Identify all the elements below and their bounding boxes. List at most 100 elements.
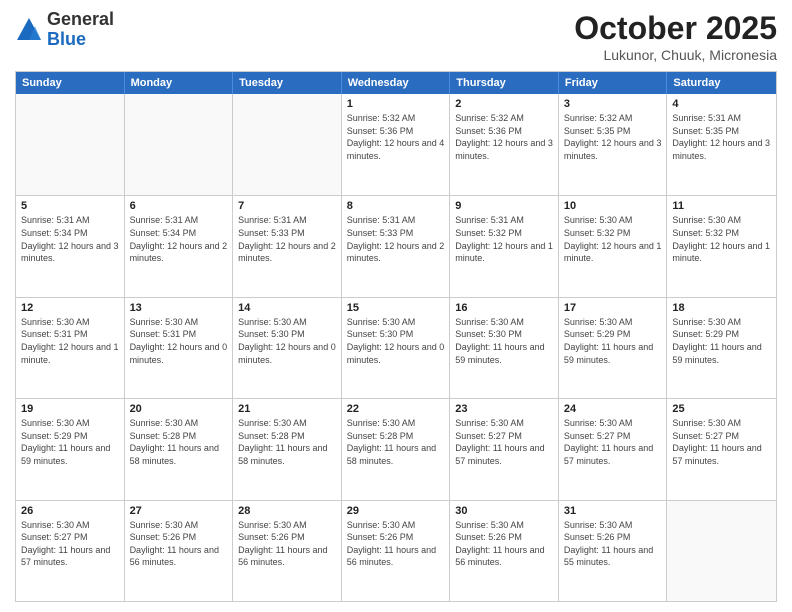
calendar: SundayMondayTuesdayWednesdayThursdayFrid…	[15, 71, 777, 602]
day-number: 4	[672, 98, 771, 110]
calendar-cell: 28Sunrise: 5:30 AMSunset: 5:26 PMDayligh…	[233, 501, 342, 601]
day-number: 22	[347, 403, 445, 415]
calendar-cell: 24 Sunrise: 5:30 AMSunset: 5:27 PMDayligh…	[559, 399, 668, 499]
day-info: Sunrise: 5:30 AMSunset: 5:27 PMDaylight:…	[672, 417, 771, 467]
location: Lukunor, Chuuk, Micronesia	[574, 47, 777, 63]
logo-text: General Blue	[47, 10, 114, 50]
calendar-cell: 19Sunrise: 5:30 AMSunset: 5:29 PMDayligh…	[16, 399, 125, 499]
day-info: Sunrise: 5:31 AMSunset: 5:34 PMDaylight:…	[130, 214, 228, 264]
day-number: 29	[347, 505, 445, 517]
day-number: 1	[347, 98, 445, 110]
day-number: 28	[238, 505, 336, 517]
calendar-cell: 21 Sunrise: 5:30 AMSunset: 5:28 PMDayligh…	[233, 399, 342, 499]
calendar-cell: 22 Sunrise: 5:30 AMSunset: 5:28 PMDayligh…	[342, 399, 451, 499]
calendar-cell	[667, 501, 776, 601]
calendar-cell: 25 Sunrise: 5:30 AMSunset: 5:27 PMDayligh…	[667, 399, 776, 499]
calendar-cell: 29 Sunrise: 5:30 AMSunset: 5:26 PMDayligh…	[342, 501, 451, 601]
day-number: 26	[21, 505, 119, 517]
day-info: Sunrise: 5:30 AMSunset: 5:31 PMDaylight:…	[130, 316, 228, 366]
calendar-cell: 12 Sunrise: 5:30 AMSunset: 5:31 PMDayligh…	[16, 298, 125, 398]
calendar-week: 5 Sunrise: 5:31 AMSunset: 5:34 PMDaylight…	[16, 195, 776, 296]
calendar-cell: 3Sunrise: 5:32 AMSunset: 5:35 PMDaylight…	[559, 94, 668, 195]
calendar-cell: 8Sunrise: 5:31 AMSunset: 5:33 PMDaylight…	[342, 196, 451, 296]
calendar-cell: 7Sunrise: 5:31 AMSunset: 5:33 PMDaylight…	[233, 196, 342, 296]
day-info: Sunrise: 5:31 AMSunset: 5:34 PMDaylight:…	[21, 214, 119, 264]
day-number: 24	[564, 403, 662, 415]
calendar-cell: 15 Sunrise: 5:30 AMSunset: 5:30 PMDayligh…	[342, 298, 451, 398]
day-info: Sunrise: 5:30 AMSunset: 5:26 PMDaylight:…	[455, 519, 553, 569]
header: General Blue October 2025 Lukunor, Chuuk…	[15, 10, 777, 63]
calendar-cell	[125, 94, 234, 195]
day-number: 13	[130, 302, 228, 314]
calendar-cell: 18 Sunrise: 5:30 AMSunset: 5:29 PMDayligh…	[667, 298, 776, 398]
calendar-cell: 9 Sunrise: 5:31 AMSunset: 5:32 PMDaylight…	[450, 196, 559, 296]
day-info: Sunrise: 5:30 AMSunset: 5:26 PMDaylight:…	[347, 519, 445, 569]
calendar-cell: 16Sunrise: 5:30 AMSunset: 5:30 PMDayligh…	[450, 298, 559, 398]
title-block: October 2025 Lukunor, Chuuk, Micronesia	[574, 10, 777, 63]
calendar-cell: 1Sunrise: 5:32 AMSunset: 5:36 PMDaylight…	[342, 94, 451, 195]
day-info: Sunrise: 5:30 AMSunset: 5:26 PMDaylight:…	[130, 519, 228, 569]
day-info: Sunrise: 5:30 AMSunset: 5:28 PMDaylight:…	[238, 417, 336, 467]
day-number: 3	[564, 98, 662, 110]
logo-icon	[15, 16, 43, 44]
day-number: 18	[672, 302, 771, 314]
day-info: Sunrise: 5:30 AMSunset: 5:26 PMDaylight:…	[564, 519, 662, 569]
calendar-week: 19Sunrise: 5:30 AMSunset: 5:29 PMDayligh…	[16, 398, 776, 499]
day-number: 31	[564, 505, 662, 517]
day-number: 8	[347, 200, 445, 212]
calendar-header-cell: Thursday	[450, 72, 559, 94]
calendar-cell: 31 Sunrise: 5:30 AMSunset: 5:26 PMDayligh…	[559, 501, 668, 601]
day-info: Sunrise: 5:30 AMSunset: 5:27 PMDaylight:…	[564, 417, 662, 467]
calendar-header-cell: Saturday	[667, 72, 776, 94]
calendar-header-cell: Wednesday	[342, 72, 451, 94]
calendar-header-cell: Sunday	[16, 72, 125, 94]
calendar-header-cell: Tuesday	[233, 72, 342, 94]
day-number: 27	[130, 505, 228, 517]
calendar-cell: 20Sunrise: 5:30 AMSunset: 5:28 PMDayligh…	[125, 399, 234, 499]
day-info: Sunrise: 5:30 AMSunset: 5:30 PMDaylight:…	[347, 316, 445, 366]
calendar-cell: 30 Sunrise: 5:30 AMSunset: 5:26 PMDayligh…	[450, 501, 559, 601]
calendar-cell: 10Sunrise: 5:30 AMSunset: 5:32 PMDayligh…	[559, 196, 668, 296]
calendar-header: SundayMondayTuesdayWednesdayThursdayFrid…	[16, 72, 776, 94]
day-number: 15	[347, 302, 445, 314]
day-info: Sunrise: 5:30 AMSunset: 5:29 PMDaylight:…	[564, 316, 662, 366]
day-number: 30	[455, 505, 553, 517]
calendar-cell: 6Sunrise: 5:31 AMSunset: 5:34 PMDaylight…	[125, 196, 234, 296]
day-number: 25	[672, 403, 771, 415]
day-number: 11	[672, 200, 771, 212]
day-info: Sunrise: 5:30 AMSunset: 5:29 PMDaylight:…	[672, 316, 771, 366]
calendar-cell: 14 Sunrise: 5:30 AMSunset: 5:30 PMDayligh…	[233, 298, 342, 398]
day-number: 14	[238, 302, 336, 314]
day-number: 10	[564, 200, 662, 212]
logo-blue: Blue	[47, 29, 86, 49]
calendar-week: 12 Sunrise: 5:30 AMSunset: 5:31 PMDayligh…	[16, 297, 776, 398]
day-info: Sunrise: 5:30 AMSunset: 5:27 PMDaylight:…	[455, 417, 553, 467]
day-info: Sunrise: 5:31 AMSunset: 5:32 PMDaylight:…	[455, 214, 553, 264]
day-info: Sunrise: 5:30 AMSunset: 5:30 PMDaylight:…	[238, 316, 336, 366]
calendar-cell: 13 Sunrise: 5:30 AMSunset: 5:31 PMDayligh…	[125, 298, 234, 398]
day-number: 12	[21, 302, 119, 314]
month-title: October 2025	[574, 10, 777, 47]
calendar-cell	[16, 94, 125, 195]
day-info: Sunrise: 5:30 AMSunset: 5:30 PMDaylight:…	[455, 316, 553, 366]
calendar-cell: 2Sunrise: 5:32 AMSunset: 5:36 PMDaylight…	[450, 94, 559, 195]
day-number: 5	[21, 200, 119, 212]
calendar-week: 26 Sunrise: 5:30 AMSunset: 5:27 PMDayligh…	[16, 500, 776, 601]
calendar-cell: 5 Sunrise: 5:31 AMSunset: 5:34 PMDaylight…	[16, 196, 125, 296]
calendar-cell: 4 Sunrise: 5:31 AMSunset: 5:35 PMDaylight…	[667, 94, 776, 195]
day-number: 23	[455, 403, 553, 415]
calendar-cell: 23 Sunrise: 5:30 AMSunset: 5:27 PMDayligh…	[450, 399, 559, 499]
day-info: Sunrise: 5:30 AMSunset: 5:31 PMDaylight:…	[21, 316, 119, 366]
logo-general: General	[47, 9, 114, 29]
day-info: Sunrise: 5:31 AMSunset: 5:33 PMDaylight:…	[238, 214, 336, 264]
day-info: Sunrise: 5:30 AMSunset: 5:28 PMDaylight:…	[347, 417, 445, 467]
day-info: Sunrise: 5:30 AMSunset: 5:27 PMDaylight:…	[21, 519, 119, 569]
calendar-header-cell: Monday	[125, 72, 234, 94]
calendar-header-cell: Friday	[559, 72, 668, 94]
day-number: 9	[455, 200, 553, 212]
day-info: Sunrise: 5:30 AMSunset: 5:29 PMDaylight:…	[21, 417, 119, 467]
day-info: Sunrise: 5:31 AMSunset: 5:35 PMDaylight:…	[672, 112, 771, 162]
calendar-cell: 17Sunrise: 5:30 AMSunset: 5:29 PMDayligh…	[559, 298, 668, 398]
day-number: 21	[238, 403, 336, 415]
day-info: Sunrise: 5:30 AMSunset: 5:32 PMDaylight:…	[672, 214, 771, 264]
